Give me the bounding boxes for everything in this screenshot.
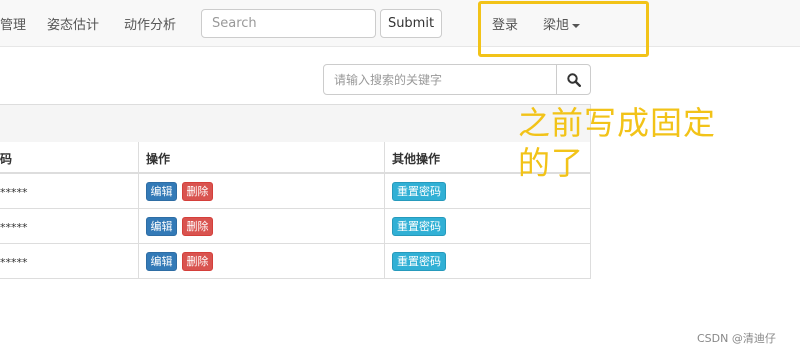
edit-button[interactable]: 编辑 — [146, 182, 177, 201]
search-input[interactable] — [201, 9, 376, 38]
column-divider — [384, 142, 385, 279]
panel-heading — [0, 104, 591, 142]
highlight-box — [478, 1, 649, 57]
watermark: CSDN @清迪仔 — [697, 332, 776, 345]
password-cell: ***** — [0, 186, 28, 199]
table-row: ***** 编辑 删除 重置密码 — [0, 209, 591, 244]
delete-button[interactable]: 删除 — [182, 182, 213, 201]
search-icon — [567, 73, 581, 87]
reset-password-button[interactable]: 重置密码 — [392, 252, 446, 271]
keyword-search-button[interactable] — [556, 64, 591, 95]
table-row: ***** 编辑 删除 重置密码 — [0, 174, 591, 209]
edit-button[interactable]: 编辑 — [146, 217, 177, 236]
nav-link-manage[interactable]: 管理 — [0, 14, 26, 33]
password-cell: ***** — [0, 221, 28, 234]
table-row: ***** 编辑 删除 重置密码 — [0, 244, 591, 279]
delete-button[interactable]: 删除 — [182, 217, 213, 236]
nav-link-action-analysis[interactable]: 动作分析 — [124, 14, 176, 33]
table-header: 码 操作 其他操作 — [0, 142, 591, 174]
keyword-search-input[interactable] — [323, 64, 557, 95]
password-cell: ***** — [0, 256, 28, 269]
reset-password-button[interactable]: 重置密码 — [392, 182, 446, 201]
nav-link-pose-estimation[interactable]: 姿态估计 — [47, 14, 99, 33]
submit-button[interactable]: Submit — [380, 9, 442, 38]
column-header-actions: 操作 — [146, 152, 171, 166]
column-header-other-actions: 其他操作 — [392, 152, 441, 166]
navbar: 管理 姿态估计 动作分析 Submit 登录 梁旭 — [0, 0, 800, 47]
edit-button[interactable]: 编辑 — [146, 252, 177, 271]
column-header-password: 码 — [0, 152, 13, 166]
reset-password-button[interactable]: 重置密码 — [392, 217, 446, 236]
delete-button[interactable]: 删除 — [182, 252, 213, 271]
column-divider — [138, 142, 139, 279]
annotation-text: 之前写成固定的了 — [518, 104, 717, 182]
